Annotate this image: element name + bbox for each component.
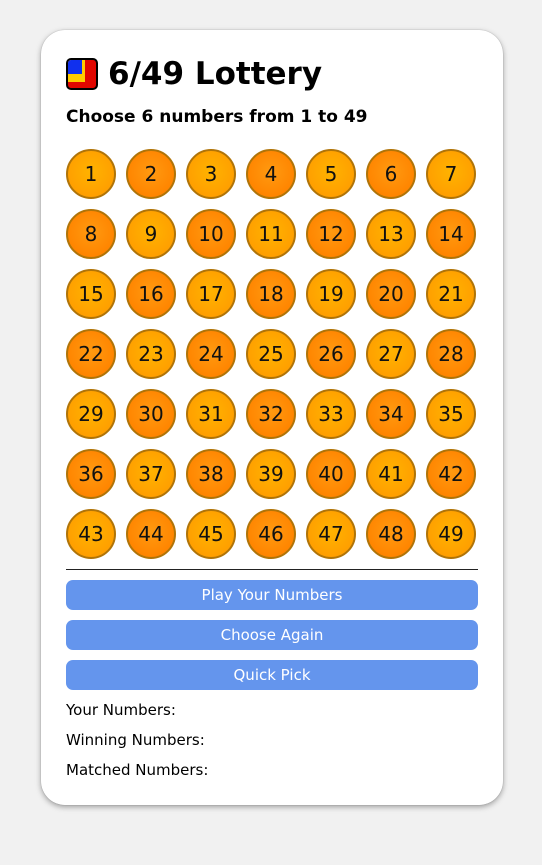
number-ball-37[interactable]: 37 (126, 449, 176, 499)
number-ball-23[interactable]: 23 (126, 329, 176, 379)
number-grid: 1 2 3 4 5 6 7 8 9 10 11 12 13 14 15 16 17 18 19 20 21 22 23 24 2… (66, 149, 476, 559)
number-ball-36[interactable]: 36 (66, 449, 116, 499)
number-ball-2[interactable]: 2 (126, 149, 176, 199)
number-ball-18[interactable]: 18 (246, 269, 296, 319)
lottery-logo-icon (66, 58, 98, 90)
number-ball-43[interactable]: 43 (66, 509, 116, 559)
header: 6/49 Lottery (66, 54, 322, 94)
number-ball-14[interactable]: 14 (426, 209, 476, 259)
number-ball-32[interactable]: 32 (246, 389, 296, 439)
number-ball-9[interactable]: 9 (126, 209, 176, 259)
number-ball-15[interactable]: 15 (66, 269, 116, 319)
number-ball-7[interactable]: 7 (426, 149, 476, 199)
winning-numbers-label: Winning Numbers: (66, 731, 205, 749)
number-ball-20[interactable]: 20 (366, 269, 416, 319)
number-ball-42[interactable]: 42 (426, 449, 476, 499)
number-ball-33[interactable]: 33 (306, 389, 356, 439)
number-ball-21[interactable]: 21 (426, 269, 476, 319)
choose-again-button[interactable]: Choose Again (66, 620, 478, 650)
number-ball-39[interactable]: 39 (246, 449, 296, 499)
instructions: Choose 6 numbers from 1 to 49 (66, 107, 368, 127)
number-ball-45[interactable]: 45 (186, 509, 236, 559)
divider (66, 569, 478, 570)
number-ball-27[interactable]: 27 (366, 329, 416, 379)
number-ball-41[interactable]: 41 (366, 449, 416, 499)
number-ball-29[interactable]: 29 (66, 389, 116, 439)
number-ball-16[interactable]: 16 (126, 269, 176, 319)
number-ball-12[interactable]: 12 (306, 209, 356, 259)
number-ball-5[interactable]: 5 (306, 149, 356, 199)
number-ball-47[interactable]: 47 (306, 509, 356, 559)
number-ball-26[interactable]: 26 (306, 329, 356, 379)
number-ball-46[interactable]: 46 (246, 509, 296, 559)
number-ball-8[interactable]: 8 (66, 209, 116, 259)
lottery-card: 6/49 Lottery Choose 6 numbers from 1 to … (41, 30, 503, 805)
number-ball-30[interactable]: 30 (126, 389, 176, 439)
play-numbers-button[interactable]: Play Your Numbers (66, 580, 478, 610)
number-ball-38[interactable]: 38 (186, 449, 236, 499)
number-ball-25[interactable]: 25 (246, 329, 296, 379)
number-ball-31[interactable]: 31 (186, 389, 236, 439)
number-ball-35[interactable]: 35 (426, 389, 476, 439)
number-ball-44[interactable]: 44 (126, 509, 176, 559)
number-ball-10[interactable]: 10 (186, 209, 236, 259)
your-numbers-label: Your Numbers: (66, 701, 176, 719)
quick-pick-button[interactable]: Quick Pick (66, 660, 478, 690)
number-ball-24[interactable]: 24 (186, 329, 236, 379)
number-ball-1[interactable]: 1 (66, 149, 116, 199)
matched-numbers-label: Matched Numbers: (66, 761, 209, 779)
number-ball-4[interactable]: 4 (246, 149, 296, 199)
number-ball-13[interactable]: 13 (366, 209, 416, 259)
number-ball-6[interactable]: 6 (366, 149, 416, 199)
number-ball-3[interactable]: 3 (186, 149, 236, 199)
number-ball-49[interactable]: 49 (426, 509, 476, 559)
number-ball-34[interactable]: 34 (366, 389, 416, 439)
number-ball-19[interactable]: 19 (306, 269, 356, 319)
number-ball-17[interactable]: 17 (186, 269, 236, 319)
number-ball-48[interactable]: 48 (366, 509, 416, 559)
page-title: 6/49 Lottery (108, 56, 323, 92)
number-ball-22[interactable]: 22 (66, 329, 116, 379)
number-ball-11[interactable]: 11 (246, 209, 296, 259)
number-ball-28[interactable]: 28 (426, 329, 476, 379)
number-ball-40[interactable]: 40 (306, 449, 356, 499)
